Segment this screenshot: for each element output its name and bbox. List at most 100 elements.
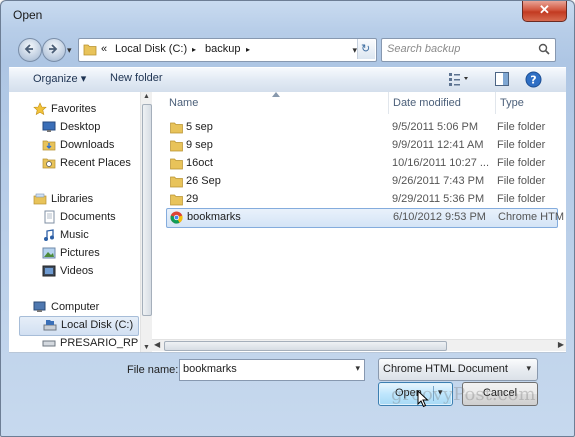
organize-button[interactable]: Organize ▾ [33, 72, 86, 85]
dialog-footer: File name: ▾ Chrome HTML Document ▾ Open… [9, 353, 566, 433]
scrollbar-thumb[interactable] [142, 104, 152, 316]
navigation-bar: ▾ « Local Disk (C:) ▸ backup ▸ ▾ ↻ Searc… [9, 35, 566, 65]
nav-label-desktop: Desktop [60, 121, 101, 133]
command-bar: Organize ▾ New folder ? [9, 67, 566, 93]
scroll-down-arrow[interactable]: ▼ [143, 344, 150, 351]
breadcrumb-overflow[interactable]: « [101, 43, 107, 55]
close-button[interactable]: ✕ [522, 1, 567, 22]
file-name: 26 Sep [186, 175, 221, 187]
file-name: 5 sep [186, 121, 213, 133]
file-name: 9 sep [186, 139, 213, 151]
preview-pane-icon[interactable] [494, 71, 510, 87]
sort-ascending-icon [272, 92, 280, 97]
file-list-horizontal-scrollbar[interactable]: ◀ ▶ [152, 339, 566, 351]
folder-icon [170, 140, 183, 152]
chevron-down-icon[interactable]: ▾ [355, 363, 360, 374]
scroll-up-arrow[interactable]: ▲ [143, 93, 150, 100]
breadcrumb-separator[interactable]: ▸ [192, 45, 196, 54]
close-icon: ✕ [539, 2, 550, 17]
nav-label-documents: Documents [60, 211, 116, 223]
breadcrumb-backup[interactable]: backup [205, 43, 240, 55]
folder-icon [170, 176, 183, 188]
file-name: 29 [186, 193, 199, 205]
svg-text:?: ? [530, 74, 536, 87]
drive-icon [43, 320, 57, 331]
new-folder-button[interactable]: New folder [110, 72, 163, 84]
computer-icon [33, 301, 46, 312]
chevron-down-icon: ▾ [526, 363, 531, 373]
nav-pane-scrollbar[interactable]: ▲ ▼ [140, 92, 152, 352]
file-row-selected[interactable]: bookmarks 6/10/2012 9:53 PM Chrome HTM [166, 208, 564, 228]
file-name: bookmarks [187, 211, 241, 223]
column-type-label: Type [500, 97, 524, 109]
file-type-select[interactable]: Chrome HTML Document ▾ [378, 358, 538, 381]
file-row[interactable]: 5 sep 9/5/2011 5:06 PM File folder [168, 119, 558, 137]
address-bar[interactable]: « Local Disk (C:) ▸ backup ▸ ▾ ↻ [78, 38, 377, 62]
back-button[interactable] [18, 38, 42, 62]
help-icon[interactable]: ? [525, 71, 542, 88]
nav-label-pictures: Pictures [60, 247, 100, 259]
nav-favorites-label: Favorites [51, 103, 97, 115]
recent-locations-dropdown[interactable]: ▾ [67, 45, 72, 56]
star-icon [33, 102, 47, 116]
folder-icon [83, 44, 97, 56]
desktop-icon [42, 121, 56, 132]
column-header-type[interactable]: Type [496, 92, 556, 114]
chrome-icon [170, 211, 183, 224]
file-row[interactable]: 9 sep 9/9/2011 12:41 AM File folder [168, 137, 558, 155]
watermark: groovyPost.com [391, 384, 536, 405]
scroll-right-arrow[interactable]: ▶ [558, 340, 564, 349]
forward-arrow-icon [49, 44, 58, 54]
file-row[interactable]: 16oct 10/16/2011 10:27 ... File folder [168, 155, 558, 173]
search-icon [538, 43, 550, 55]
pictures-icon [42, 247, 56, 259]
file-date: 9/29/2011 5:36 PM [392, 193, 485, 205]
file-date: 9/5/2011 5:06 PM [392, 121, 479, 133]
documents-icon [44, 210, 55, 224]
file-type: File folder [497, 157, 546, 169]
libraries-icon [33, 193, 47, 205]
window-title: Open [13, 8, 43, 22]
nav-computer-label: Computer [51, 301, 100, 313]
forward-button[interactable] [42, 38, 66, 62]
column-name-label: Name [169, 97, 199, 109]
nav-label-downloads: Downloads [60, 139, 115, 151]
folder-icon [170, 194, 183, 206]
file-type: File folder [497, 175, 546, 187]
search-box[interactable]: Search backup [381, 38, 556, 62]
file-date: 9/9/2011 12:41 AM [392, 139, 484, 151]
open-dialog: Open ✕ ▾ « Local Disk (C:) ▸ backup ▸ ▾ … [0, 0, 575, 437]
column-header-name[interactable]: Name [152, 92, 388, 114]
file-list: Name Date modified Type 5 sep 9/5/2011 5… [152, 92, 566, 352]
file-name-field[interactable]: ▾ [179, 359, 365, 381]
file-type: File folder [497, 139, 546, 151]
column-date-label: Date modified [393, 97, 461, 109]
downloads-icon [42, 140, 56, 151]
dialog-content: Favorites Desktop Downloads Recent Place… [9, 92, 566, 353]
column-header-date[interactable]: Date modified [389, 92, 494, 114]
back-arrow-icon [24, 44, 33, 54]
file-type: Chrome HTM [498, 211, 565, 223]
refresh-button[interactable]: ↻ [357, 39, 375, 59]
nav-label-music: Music [60, 229, 89, 241]
scroll-left-arrow[interactable]: ◀ [154, 340, 160, 349]
file-type: File folder [497, 193, 546, 205]
refresh-icon: ↻ [361, 43, 371, 55]
breadcrumb-local-disk[interactable]: Local Disk (C:) [115, 43, 187, 55]
recent-places-icon [42, 158, 56, 169]
folder-icon [170, 122, 183, 134]
file-name-label: File name: [127, 364, 179, 376]
file-name-input[interactable] [183, 363, 343, 375]
nav-item-local-disk[interactable]: Local Disk (C:) [19, 316, 139, 336]
drive-icon [42, 340, 56, 347]
file-row[interactable]: 29 9/29/2011 5:36 PM File folder [168, 191, 558, 209]
search-placeholder: Search backup [387, 43, 461, 55]
videos-icon [42, 265, 56, 277]
breadcrumb-separator[interactable]: ▸ [246, 45, 250, 54]
scrollbar-thumb[interactable] [164, 341, 447, 351]
mouse-cursor-icon [417, 390, 429, 408]
file-type: File folder [497, 121, 546, 133]
file-row[interactable]: 26 Sep 9/26/2011 7:43 PM File folder [168, 173, 558, 191]
change-view-icon[interactable] [448, 71, 470, 87]
nav-label-local-disk: Local Disk (C:) [61, 319, 134, 331]
